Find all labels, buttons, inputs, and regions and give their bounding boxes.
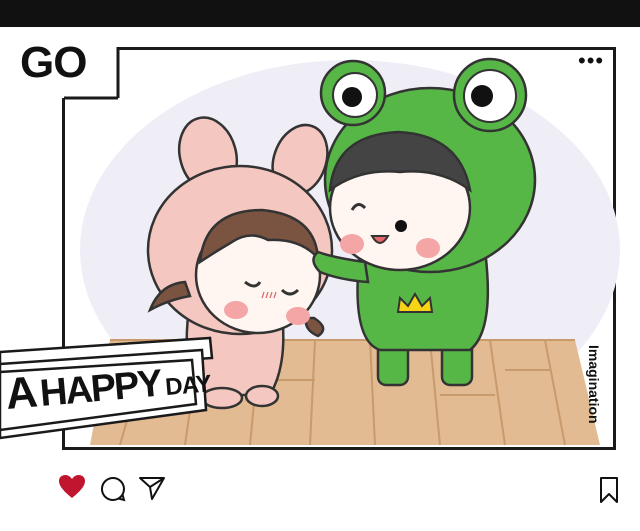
banner-word-a: A bbox=[3, 367, 38, 420]
side-label: Imagination bbox=[582, 345, 602, 445]
bookmark-icon[interactable] bbox=[598, 476, 620, 504]
send-icon[interactable] bbox=[138, 475, 166, 501]
banner-word-day: DAY bbox=[164, 370, 212, 402]
more-options-icon[interactable]: ••• bbox=[578, 50, 604, 72]
comment-icon[interactable] bbox=[100, 476, 126, 502]
banner-word-happy: HAPPY bbox=[38, 362, 163, 416]
illustration bbox=[0, 30, 620, 450]
heart-icon[interactable] bbox=[58, 474, 86, 500]
side-label-text: Imagination bbox=[586, 345, 602, 424]
post-title: GO bbox=[20, 38, 87, 87]
